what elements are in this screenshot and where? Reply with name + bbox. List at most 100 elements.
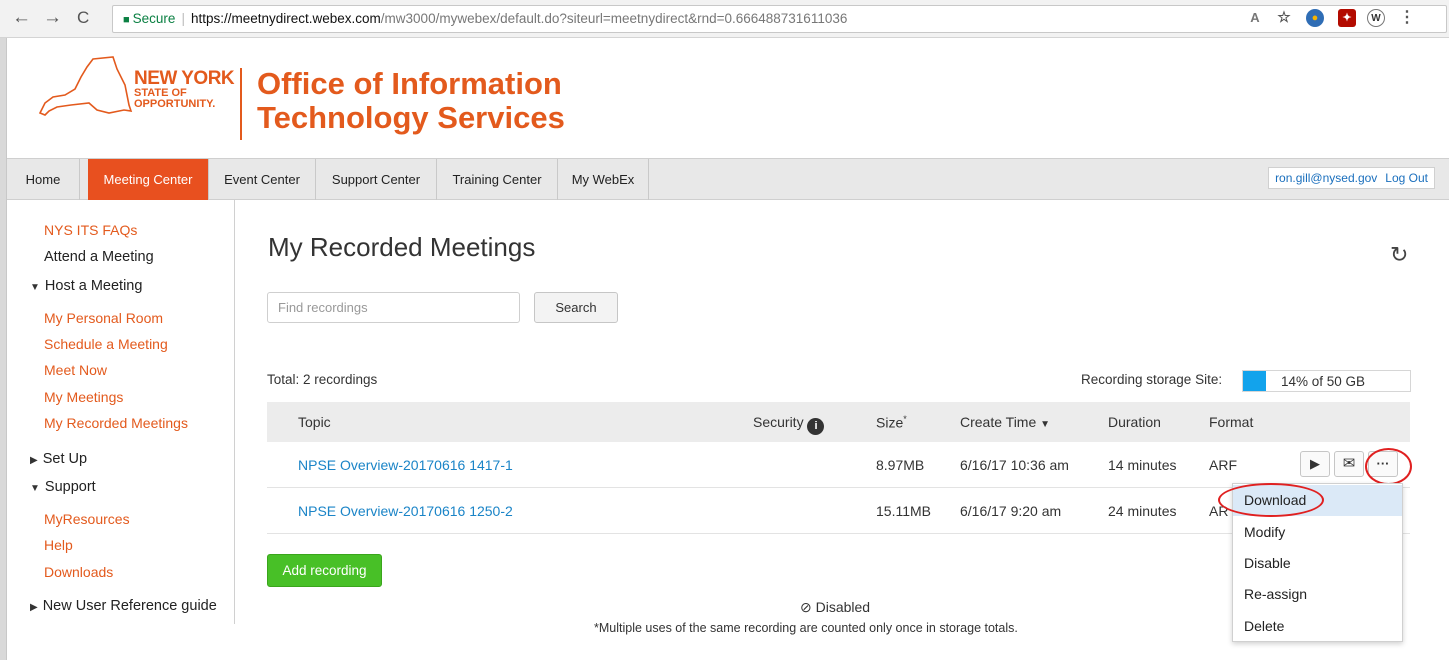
caret-down-icon: ▼ (30, 483, 40, 494)
storage-meter-text: 14% of 50 GB (1281, 374, 1366, 389)
user-box: ron.gill@nysed.gov Log Out (1268, 167, 1435, 189)
extension-icon[interactable]: ● (1306, 9, 1324, 27)
bookmark-star-icon[interactable]: ☆ (1275, 9, 1293, 27)
recording-create-time: 6/16/17 9:20 am (960, 503, 1062, 519)
tab-meeting-center[interactable]: Meeting Center (88, 159, 209, 200)
browser-toolbar: ← → C ■ Secure | https://meetnydirect.webex… (0, 0, 1449, 38)
sidebar-item-help[interactable]: Help (44, 537, 73, 553)
sidebar-section-support-label: Support (44, 479, 96, 495)
storage-label: Recording storage Site: (1081, 372, 1223, 387)
tab-my-webex[interactable]: My WebEx (558, 159, 649, 200)
col-duration[interactable]: Duration (1108, 414, 1161, 430)
table-row: NPSE Overview-20170616 1417-1 8.97MB 6/1… (267, 442, 1410, 488)
sidebar-item-meet-now[interactable]: Meet Now (44, 362, 107, 378)
refresh-icon[interactable]: ↻ (1390, 242, 1408, 268)
col-size[interactable]: Size* (876, 414, 907, 431)
new-york-state-outline-icon (38, 56, 133, 116)
more-options-icon[interactable]: ··· (1368, 451, 1398, 477)
main-nav-tabs: Home Meeting Center Event Center Support… (7, 158, 1449, 200)
col-security[interactable]: Security i (753, 414, 825, 435)
menu-item-delete[interactable]: Delete (1233, 611, 1402, 642)
tab-support-center[interactable]: Support Center (316, 159, 437, 200)
sort-down-icon: ▼ (1040, 419, 1051, 430)
tab-event-center[interactable]: Event Center (209, 159, 316, 200)
recording-duration: 14 minutes (1108, 457, 1177, 473)
translate-icon[interactable]: A (1246, 9, 1264, 27)
url-path: /mw3000/mywebex/default.do?siteurl=meetn… (380, 11, 848, 26)
lock-icon: ■ (123, 14, 130, 26)
col-format[interactable]: Format (1209, 414, 1253, 430)
tab-training-center[interactable]: Training Center (437, 159, 558, 200)
sidebar-section-guide[interactable]: ▶ New User Reference guide (30, 598, 217, 614)
sidebar-section-setup[interactable]: ▶ Set Up (30, 451, 87, 467)
logo-divider (240, 68, 242, 140)
sidebar-item-my-meetings[interactable]: My Meetings (44, 389, 123, 405)
storage-meter-fill (1243, 371, 1266, 391)
office-logo-line2: Technology Services (257, 100, 565, 135)
storage-meter: 14% of 50 GB (1242, 370, 1411, 392)
menu-item-modify[interactable]: Modify (1233, 517, 1402, 548)
search-button[interactable]: Search (534, 292, 618, 323)
user-email-link[interactable]: ron.gill@nysed.gov (1275, 171, 1377, 185)
window-left-border (0, 38, 7, 660)
caret-down-icon: ▼ (30, 282, 40, 293)
sidebar-item-recorded-meetings[interactable]: My Recorded Meetings (44, 415, 188, 431)
storage-footnote: *Multiple uses of the same recording are… (594, 621, 1018, 635)
ny-logo-line3: OPPORTUNITY. (134, 98, 216, 110)
menu-item-reassign[interactable]: Re-assign (1233, 579, 1402, 610)
email-icon[interactable]: ✉ (1334, 451, 1364, 477)
col-size-footnote-mark: * (903, 414, 907, 424)
sidebar-item-downloads[interactable]: Downloads (44, 564, 113, 580)
url-separator: | (181, 11, 185, 26)
ny-logo-line1: NEW YORK (134, 68, 235, 89)
col-topic[interactable]: Topic (298, 414, 331, 430)
sidebar-section-host-label: Host a Meeting (44, 278, 143, 294)
add-recording-button[interactable]: Add recording (267, 554, 382, 587)
w-extension-icon[interactable]: W (1367, 9, 1385, 27)
disabled-legend: ⊘ Disabled (800, 599, 871, 615)
info-icon[interactable]: i (807, 418, 825, 435)
recording-topic-link[interactable]: NPSE Overview-20170616 1250-2 (298, 503, 513, 519)
tab-home[interactable]: Home (7, 159, 80, 200)
logout-link[interactable]: Log Out (1385, 171, 1428, 185)
recording-size: 15.11MB (876, 503, 931, 519)
back-icon[interactable]: ← (12, 8, 31, 28)
sidebar-item-personal-room[interactable]: My Personal Room (44, 310, 163, 326)
site-banner: NEW YORK STATE OF OPPORTUNITY. Office of… (7, 38, 1449, 158)
ny-logo-text: NEW YORK STATE OF OPPORTUNITY. (134, 68, 235, 110)
sidebar-item-faqs[interactable]: NYS ITS FAQs (44, 222, 137, 238)
menu-item-download[interactable]: Download (1233, 485, 1402, 516)
col-size-label: Size (876, 414, 904, 431)
col-create-time[interactable]: Create Time ▼ (960, 414, 1050, 430)
more-options-menu: Download Modify Disable Re-assign Delete (1232, 483, 1403, 642)
sidebar-item-schedule[interactable]: Schedule a Meeting (44, 336, 168, 352)
sidebar-section-host[interactable]: ▼ Host a Meeting (30, 278, 142, 294)
sidebar-item-attend[interactable]: Attend a Meeting (44, 249, 154, 265)
page-title: My Recorded Meetings (268, 232, 536, 262)
search-input[interactable] (267, 292, 520, 323)
sidebar-section-setup-label: Set Up (42, 451, 88, 467)
sidebar-section-guide-label: New User Reference guide (42, 598, 217, 614)
office-logo-line1: Office of Information (257, 66, 562, 101)
sidebar: NYS ITS FAQs Attend a Meeting ▼ Host a Me… (7, 200, 235, 624)
reload-icon[interactable]: C (77, 8, 89, 28)
recordings-total: Total: 2 recordings (267, 372, 378, 387)
play-icon[interactable]: ▶ (1300, 451, 1330, 477)
recording-size: 8.97MB (876, 457, 925, 473)
recordings-table-header: Topic Security i Size* Create Time ▼ Dur… (267, 402, 1410, 442)
menu-item-disable[interactable]: Disable (1233, 548, 1402, 579)
forward-icon[interactable]: → (43, 8, 62, 28)
menu-kebab-icon[interactable]: ⋮ (1398, 9, 1416, 27)
sidebar-section-support[interactable]: ▼ Support (30, 479, 96, 495)
sidebar-item-myresources[interactable]: MyResources (44, 511, 130, 527)
recording-create-time: 6/16/17 10:36 am (960, 457, 1069, 473)
url-host: https://meetnydirect.webex.com (190, 11, 381, 26)
recording-topic-link[interactable]: NPSE Overview-20170616 1417-1 (298, 457, 513, 473)
col-create-time-label: Create Time (960, 414, 1037, 430)
office-logo-text: Office of Information Technology Service… (257, 67, 565, 135)
caret-right-icon: ▶ (30, 455, 38, 466)
recording-format: ARF (1209, 457, 1237, 473)
pdf-extension-icon[interactable]: ✦ (1338, 9, 1356, 27)
secure-label: Secure (132, 11, 176, 26)
caret-right-icon: ▶ (30, 602, 38, 613)
